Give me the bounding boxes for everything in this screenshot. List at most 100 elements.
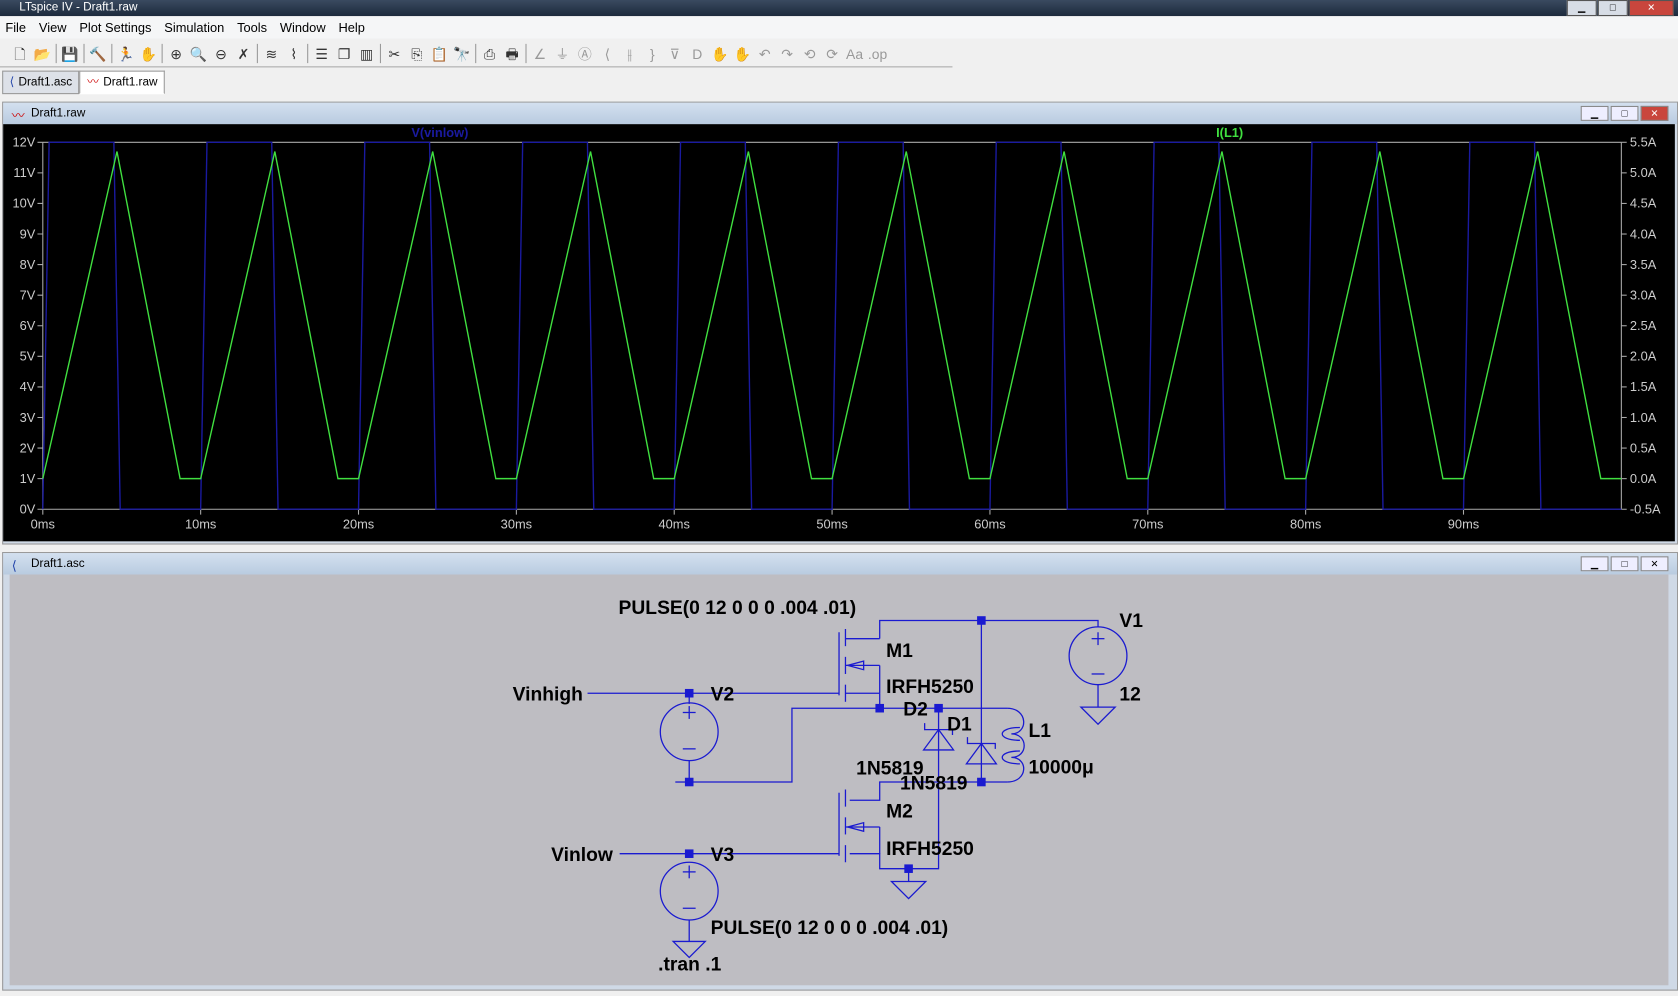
cascade-icon[interactable]: ❐ — [335, 44, 353, 62]
inductor-l1[interactable] — [1001, 707, 1025, 783]
y-right-tick-label: 4.0A — [1630, 226, 1657, 241]
y-right-tick-label: -0.5A — [1630, 502, 1661, 517]
v2-value-label[interactable]: PULSE(0 12 0 0 0 .004 .01) — [619, 598, 857, 619]
v1-label[interactable]: V1 — [1119, 611, 1143, 632]
open-icon[interactable]: 📂 — [33, 44, 51, 62]
close-button[interactable]: ✕ — [1628, 0, 1674, 17]
v1-value-label[interactable]: 12 — [1119, 685, 1140, 706]
spice-directive[interactable]: .tran .1 — [658, 954, 721, 975]
x-tick-label: 20ms — [343, 516, 374, 531]
wire-icon[interactable]: ∠ — [531, 44, 549, 62]
net-label-vinhigh[interactable]: Vinhigh — [513, 685, 583, 706]
y-right-tick-label: 5.0A — [1630, 165, 1657, 180]
print-icon[interactable]: 🖶 — [503, 44, 521, 62]
ground-icon[interactable]: ⏚ — [553, 44, 571, 62]
new-schematic-icon[interactable]: 🗋 — [11, 44, 29, 62]
y-left-tick-label: 1V — [20, 471, 36, 486]
v2-label[interactable]: V2 — [711, 685, 735, 706]
zoom-out-icon[interactable]: ⊖ — [212, 44, 230, 62]
net-label-vinlow[interactable]: Vinlow — [551, 845, 614, 866]
tile-vertical-icon[interactable]: ▥ — [357, 44, 375, 62]
run-icon[interactable]: 🏃 — [117, 44, 135, 62]
print-setup-icon[interactable]: ⎙ — [481, 44, 499, 62]
tab-draft1-asc[interactable]: ⟨ Draft1.asc — [2, 70, 80, 95]
v3-label[interactable]: V3 — [711, 845, 735, 866]
restore-button[interactable]: □ — [1610, 105, 1639, 121]
ground-icon — [889, 868, 928, 900]
move-icon[interactable]: ✋ — [711, 44, 729, 62]
x-tick-label: 10ms — [185, 516, 216, 531]
capacitor-icon[interactable]: ⫲ — [621, 44, 639, 62]
x-tick-label: 30ms — [501, 516, 532, 531]
d1-model-label[interactable]: 1N5819 — [900, 774, 967, 795]
mosfet-m1[interactable] — [838, 629, 881, 702]
find-icon[interactable]: 🔭 — [453, 44, 471, 62]
resistor-icon[interactable]: ⟨ — [598, 44, 616, 62]
schematic-icon: ⟨ — [9, 75, 15, 89]
undo-icon[interactable]: ↶ — [756, 44, 774, 62]
toolbar-separator — [525, 43, 527, 64]
l1-label[interactable]: L1 — [1028, 721, 1051, 742]
halt-icon[interactable]: ✋ — [139, 44, 157, 62]
wire[interactable] — [879, 619, 1099, 639]
rotate-icon[interactable]: ⟲ — [801, 44, 819, 62]
pan-icon[interactable]: 🔍 — [189, 44, 207, 62]
d2-label[interactable]: D2 — [903, 700, 928, 721]
y-right-tick-label: 1.5A — [1630, 379, 1657, 394]
trace-label: I(L1) — [1216, 125, 1243, 140]
d1-label[interactable]: D1 — [947, 715, 972, 736]
cut-icon[interactable]: ✂ — [385, 44, 403, 62]
menu-tools[interactable]: Tools — [237, 17, 267, 38]
m1-label[interactable]: M1 — [886, 641, 913, 662]
voltage-source-v2[interactable] — [659, 702, 719, 762]
copy-icon[interactable]: ⎘ — [408, 44, 426, 62]
autorange-icon[interactable]: ≋ — [262, 44, 280, 62]
control-panel-icon[interactable]: 🔨 — [89, 44, 107, 62]
menu-file[interactable]: File — [5, 17, 26, 38]
m2-label[interactable]: M2 — [886, 801, 913, 822]
voltage-source-v3[interactable] — [659, 861, 719, 921]
title-bar: LTspice IV - Draft1.raw ▁ □ ✕ — [0, 0, 1678, 17]
waveform-icon: 〰 — [87, 75, 99, 89]
toolbar-separator — [379, 43, 381, 64]
menu-window[interactable]: Window — [280, 17, 326, 38]
maximize-button[interactable]: □ — [1597, 0, 1628, 17]
x-tick-label: 40ms — [659, 516, 690, 531]
minimize-button[interactable]: ▁ — [1566, 0, 1597, 17]
paste-icon[interactable]: 📋 — [430, 44, 448, 62]
toolbar-separator — [55, 43, 57, 64]
m1-model-label[interactable]: IRFH5250 — [886, 677, 974, 698]
y-left-tick-label: 5V — [20, 349, 36, 364]
l1-value-label[interactable]: 10000μ — [1028, 757, 1093, 778]
voltage-source-v1[interactable] — [1068, 626, 1128, 708]
tile-horizontal-icon[interactable]: ☰ — [312, 44, 330, 62]
zoom-fit-icon[interactable]: ✗ — [234, 44, 252, 62]
close-button[interactable]: ✕ — [1640, 105, 1669, 121]
v3-value-label[interactable]: PULSE(0 12 0 0 0 .004 .01) — [711, 918, 949, 939]
add-trace-icon[interactable]: ⌇ — [285, 44, 303, 62]
redo-icon[interactable]: ↷ — [778, 44, 796, 62]
mirror-icon[interactable]: ⟳ — [823, 44, 841, 62]
drag-icon[interactable]: ✋ — [733, 44, 751, 62]
spice-directive-icon[interactable]: .op — [868, 44, 887, 62]
diode-icon[interactable]: ⊽ — [666, 44, 684, 62]
minimize-button[interactable]: ▁ — [1580, 556, 1609, 572]
waveform-plot[interactable]: 0V 1V 2V 3V 4V 5V 6V 7V 8V 9V 10V 11V 12V -0.5A 0.0A 0.… — [3, 124, 1675, 542]
save-icon[interactable]: 💾 — [61, 44, 79, 62]
minimize-button[interactable]: ▁ — [1580, 105, 1609, 121]
component-icon[interactable]: D — [688, 44, 706, 62]
tab-draft1-raw[interactable]: 〰 Draft1.raw — [79, 70, 166, 95]
text-icon[interactable]: Aa — [845, 44, 863, 62]
zoom-in-icon[interactable]: ⊕ — [167, 44, 185, 62]
label-net-icon[interactable]: Ⓐ — [576, 44, 594, 62]
m2-model-label[interactable]: IRFH5250 — [886, 839, 974, 860]
inductor-icon[interactable]: } — [643, 44, 661, 62]
restore-button[interactable]: □ — [1610, 556, 1639, 572]
schematic-canvas[interactable]: PULSE(0 12 0 0 0 .004 .01) Vinhigh V2 M1… — [9, 574, 1669, 986]
menu-plot-settings[interactable]: Plot Settings — [79, 17, 151, 38]
menu-simulation[interactable]: Simulation — [164, 17, 224, 38]
menu-help[interactable]: Help — [338, 17, 364, 38]
menu-view[interactable]: View — [39, 17, 67, 38]
schematic-window: ⟨ Draft1.asc ▁ □ ✕ PULSE(0 12 0 0 0 .004… — [2, 552, 1678, 991]
close-button[interactable]: ✕ — [1640, 556, 1669, 572]
